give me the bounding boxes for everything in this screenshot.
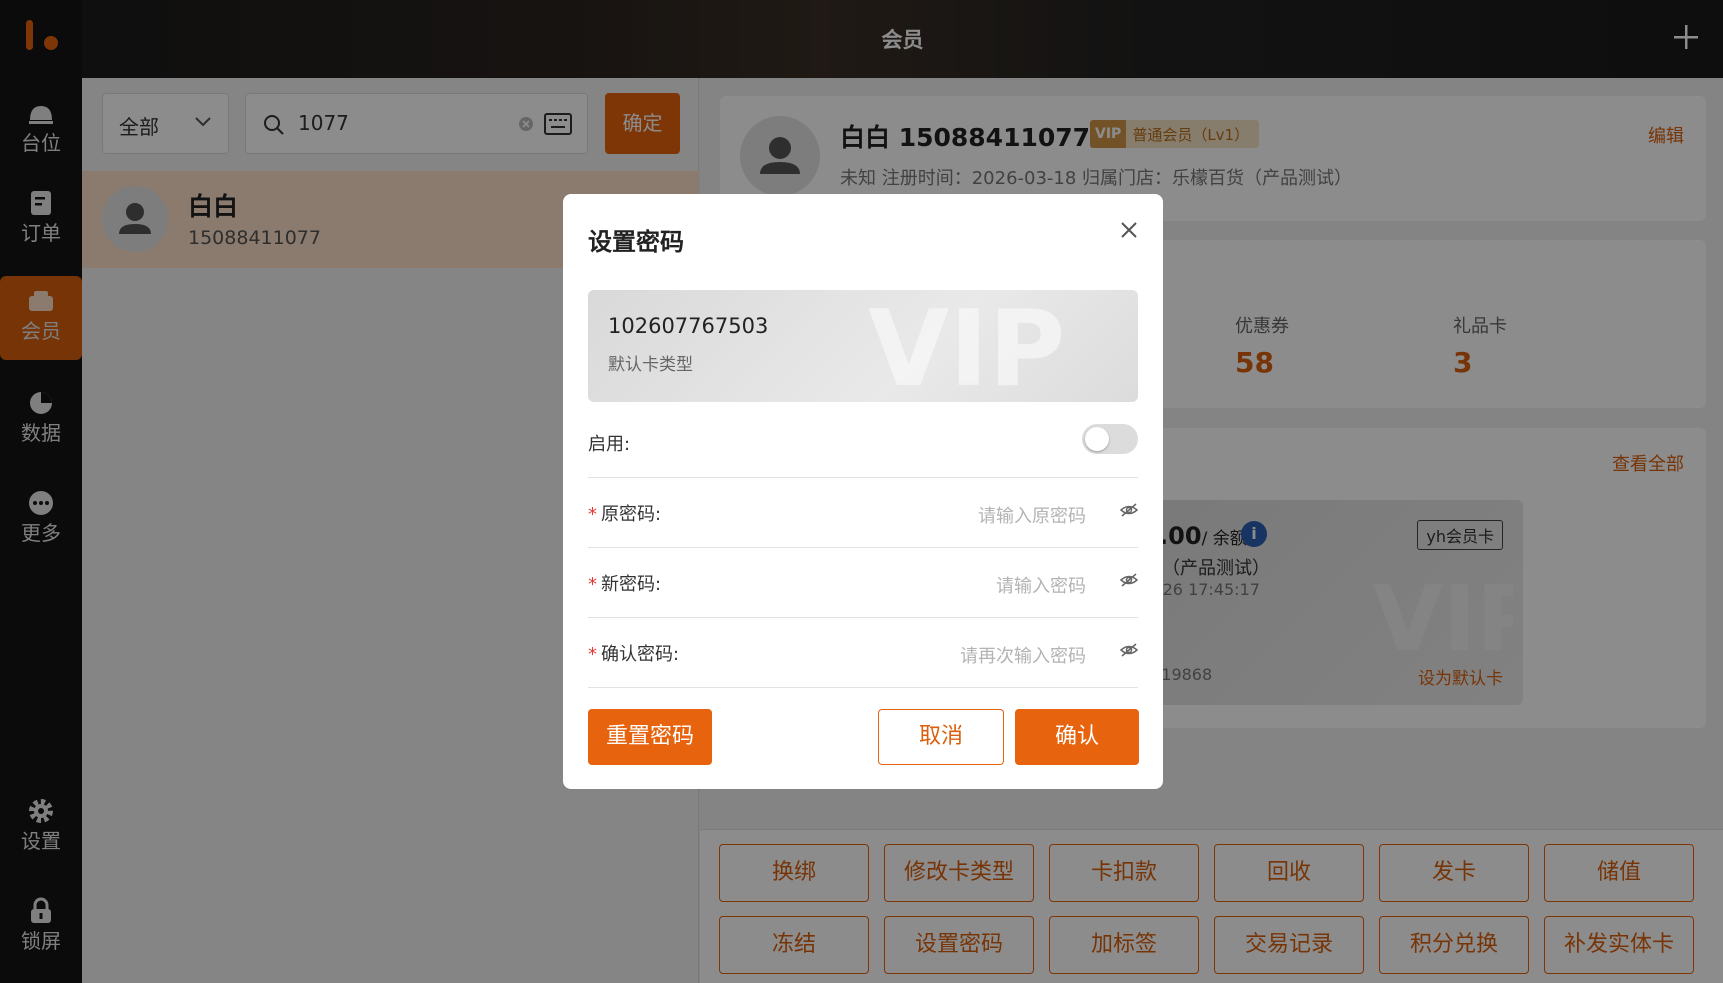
confirm-password-label-text: 确认密码: xyxy=(601,644,680,665)
card-preview: VIP 102607767503 默认卡类型 xyxy=(588,290,1138,402)
old-password-field[interactable]: 请输入原密码 xyxy=(978,502,1086,528)
confirm-button[interactable]: 确认 xyxy=(1015,709,1139,765)
eye-off-icon[interactable] xyxy=(1120,573,1138,587)
confirm-password-label: * 确认密码: xyxy=(588,644,680,665)
card-type: 默认卡类型 xyxy=(608,355,693,375)
reset-password-button[interactable]: 重置密码 xyxy=(588,709,712,765)
confirm-password-field[interactable]: 请再次输入密码 xyxy=(960,642,1086,668)
eye-off-icon[interactable] xyxy=(1120,643,1138,657)
new-password-field[interactable]: 请输入密码 xyxy=(996,572,1086,598)
enable-toggle[interactable] xyxy=(1082,424,1138,454)
new-password-label-text: 新密码: xyxy=(601,574,662,595)
toggle-knob xyxy=(1085,427,1109,451)
eye-off-icon[interactable] xyxy=(1120,503,1138,517)
enable-label: 启用: xyxy=(588,434,631,455)
old-password-label-text: 原密码: xyxy=(601,504,662,525)
old-password-label: * 原密码: xyxy=(588,504,662,525)
new-password-label: * 新密码: xyxy=(588,574,662,595)
enable-row: 启用: xyxy=(588,408,1138,478)
dialog-title: 设置密码 xyxy=(588,228,684,256)
set-password-dialog: 设置密码 VIP 102607767503 默认卡类型 启用: * 原密码: 请输… xyxy=(563,194,1163,789)
old-password-row[interactable]: * 原密码: 请输入原密码 xyxy=(588,478,1138,548)
new-password-row[interactable]: * 新密码: 请输入密码 xyxy=(588,548,1138,618)
card-number: 102607767503 xyxy=(608,314,769,338)
vip-watermark-icon: VIP xyxy=(868,290,1065,402)
svg-text:VIP: VIP xyxy=(868,290,1065,402)
close-icon[interactable] xyxy=(1119,220,1139,240)
confirm-password-row[interactable]: * 确认密码: 请再次输入密码 xyxy=(588,618,1138,688)
cancel-button[interactable]: 取消 xyxy=(878,709,1004,765)
